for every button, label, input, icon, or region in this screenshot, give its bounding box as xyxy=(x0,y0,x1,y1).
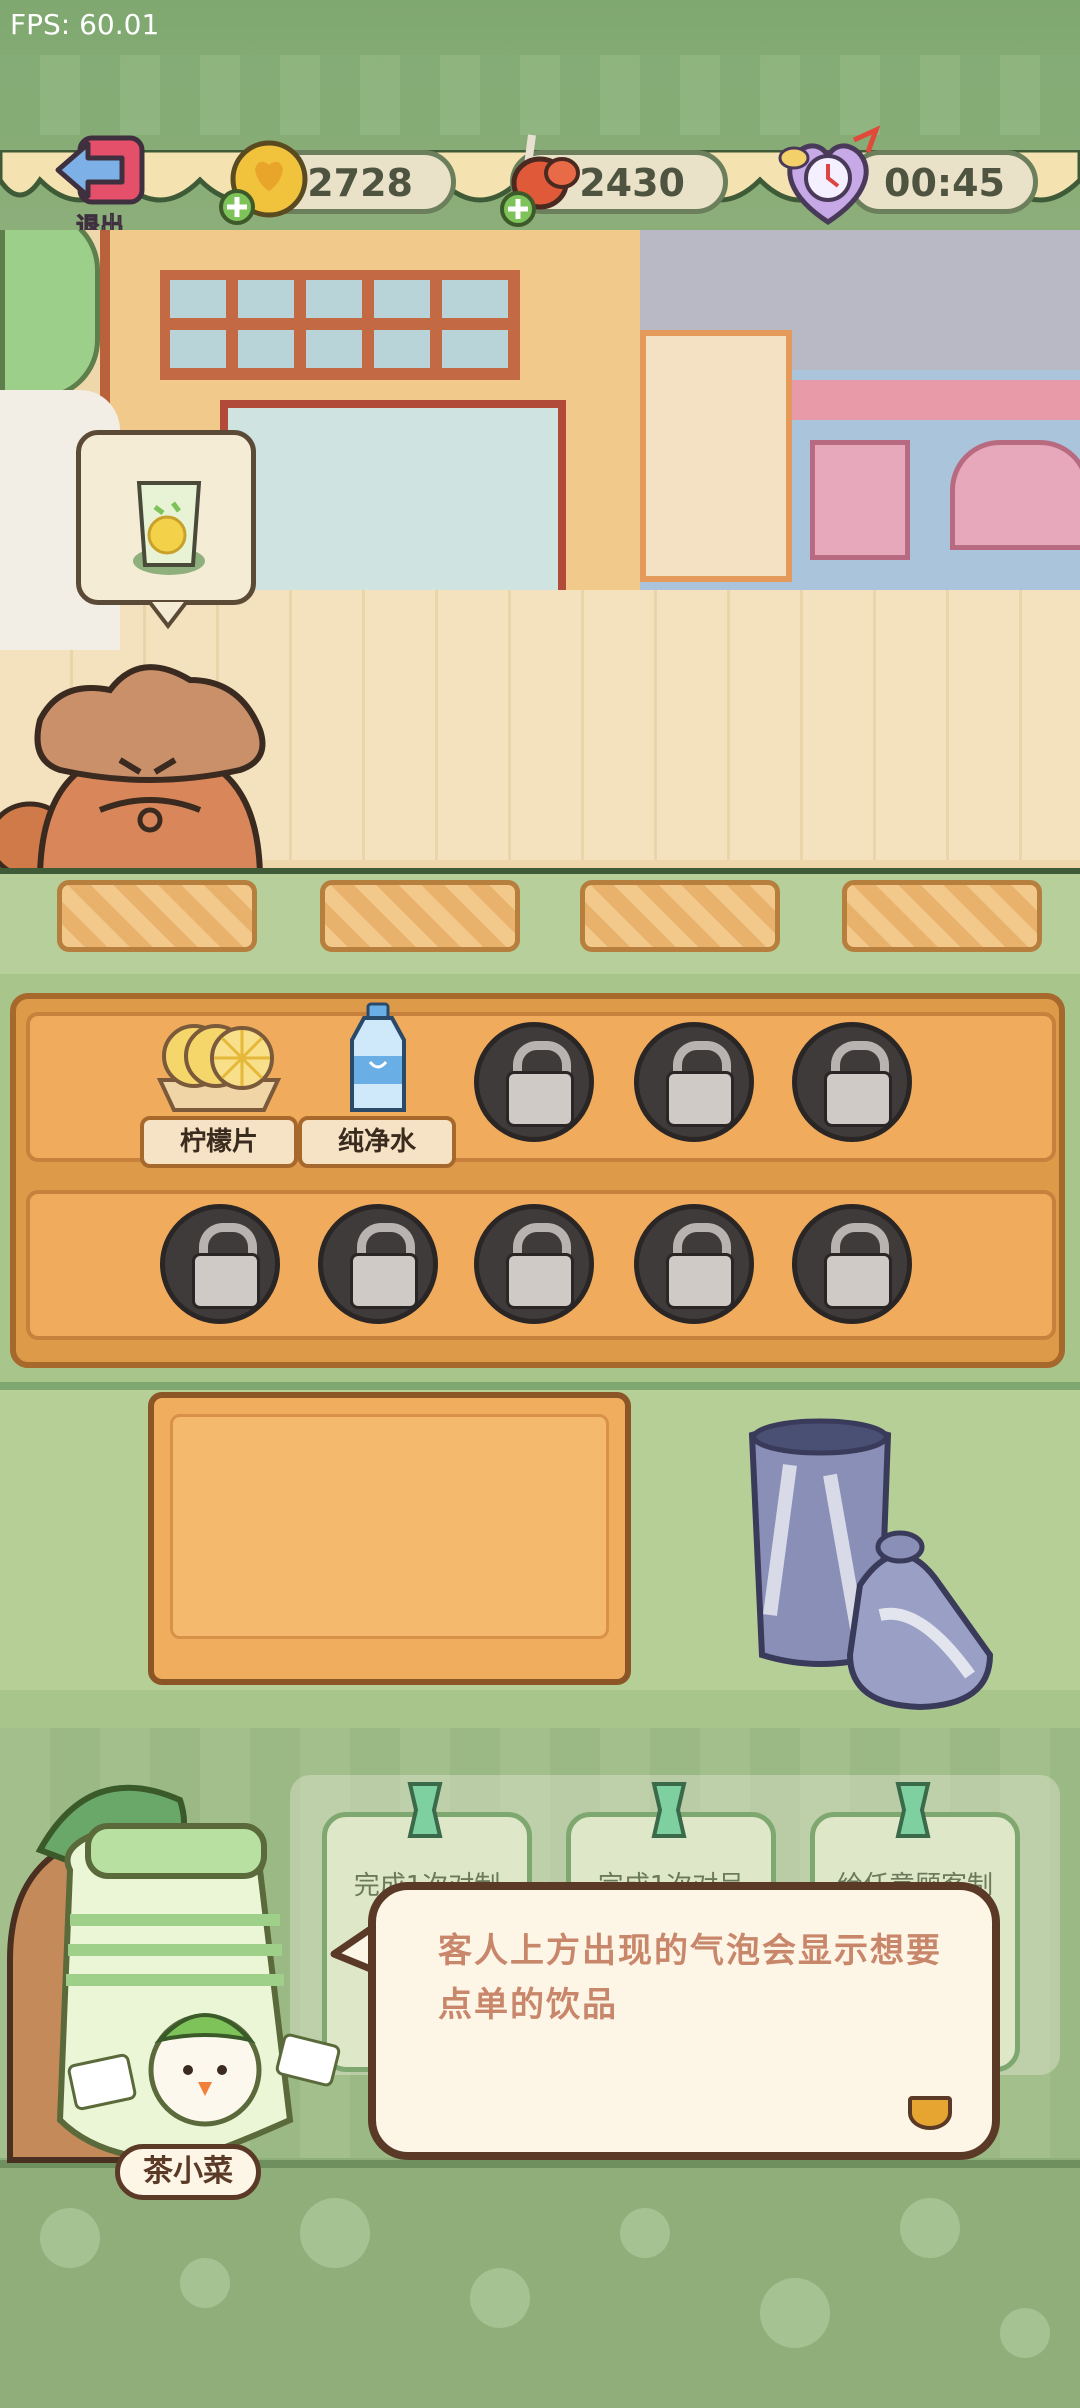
continue-arrow-icon[interactable] xyxy=(908,2096,952,2130)
lock-icon[interactable] xyxy=(634,1204,754,1324)
clip-icon xyxy=(651,1782,687,1838)
lock-icon[interactable] xyxy=(792,1022,912,1142)
lock-icon[interactable] xyxy=(474,1204,594,1324)
dialog-box[interactable]: 客人上方出现的气泡会显示想要点单的饮品 xyxy=(368,1882,1000,2160)
seat-slot-2 xyxy=(320,880,520,952)
prep-board[interactable] xyxy=(148,1392,631,1685)
ingredient-label: 纯净水 xyxy=(298,1116,456,1168)
ingredient-water[interactable]: 纯净水 xyxy=(298,1000,458,1175)
speaker-name: 茶小菜 xyxy=(115,2144,261,2200)
meat-value: 2430 xyxy=(579,161,685,205)
seat-slot-4 xyxy=(842,880,1042,952)
clip-icon xyxy=(895,1782,931,1838)
exit-arrow-icon xyxy=(55,135,145,205)
seat-slot-1 xyxy=(57,880,257,952)
shop-window xyxy=(160,270,520,380)
water-bottle-icon xyxy=(350,1002,406,1112)
lock-icon[interactable] xyxy=(160,1204,280,1324)
meat-icon xyxy=(500,134,580,227)
seat-slot-3 xyxy=(580,880,780,952)
exit-button[interactable]: 退出 xyxy=(52,130,150,241)
clock-heart-icon xyxy=(778,125,881,225)
timer-value: 00:45 xyxy=(884,161,1005,205)
clip-icon xyxy=(407,1782,443,1838)
bubble-tail xyxy=(148,600,188,630)
order-bubble xyxy=(76,430,256,605)
lock-icon[interactable] xyxy=(792,1204,912,1324)
customer-beaver xyxy=(0,664,266,875)
coin-value: 2728 xyxy=(307,161,413,205)
lemon-slices-icon xyxy=(156,1024,282,1112)
lock-icon[interactable] xyxy=(474,1022,594,1142)
lock-icon[interactable] xyxy=(318,1204,438,1324)
ingredient-label: 柠檬片 xyxy=(140,1116,298,1168)
ingredient-lemon-slices[interactable]: 柠檬片 xyxy=(140,1010,300,1175)
cocktail-shaker-icon[interactable] xyxy=(740,1415,1010,1715)
mascot-tea-cup xyxy=(7,1784,341,2164)
lemon-water-icon xyxy=(133,481,205,575)
dialog-text: 客人上方出现的气泡会显示想要点单的饮品 xyxy=(438,1931,942,2025)
lock-icon[interactable] xyxy=(634,1022,754,1142)
coin-icon xyxy=(219,140,308,225)
fps-counter: FPS: 60.01 xyxy=(10,8,160,41)
